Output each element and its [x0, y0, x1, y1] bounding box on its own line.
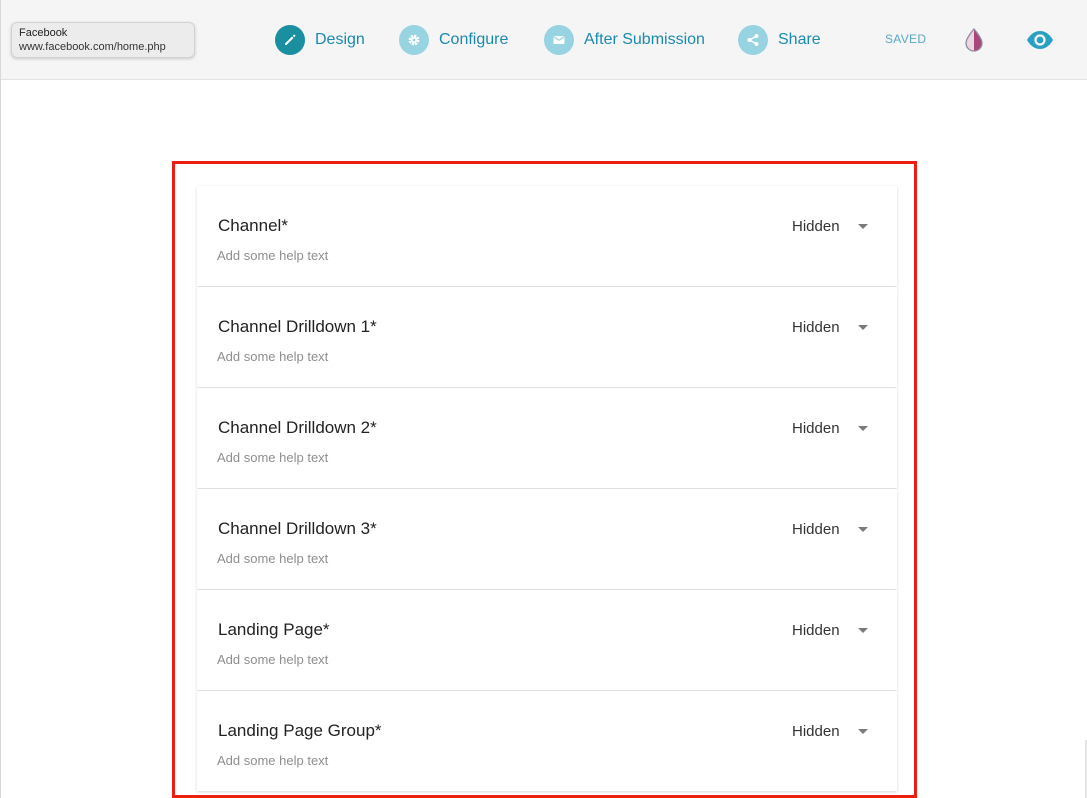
theme-drop-icon[interactable]: [962, 27, 986, 53]
highlight-box: [172, 161, 917, 798]
gear-icon: [399, 25, 429, 55]
pencil-icon: [275, 25, 305, 55]
tooltip-url: www.facebook.com/home.php: [19, 41, 166, 53]
nav-design-label: Design: [315, 31, 365, 48]
top-toolbar: Design Configure After Submission Share …: [1, 0, 1087, 80]
nav-configure[interactable]: Configure: [399, 24, 508, 56]
nav-share-label: Share: [778, 31, 821, 48]
nav-after-submission[interactable]: After Submission: [544, 24, 705, 56]
tooltip-title: Facebook: [19, 27, 68, 39]
nav-after-submission-label: After Submission: [584, 31, 705, 48]
saved-status: SAVED: [885, 32, 927, 46]
envelope-icon: [544, 25, 574, 55]
nav-configure-label: Configure: [439, 31, 509, 48]
nav-design[interactable]: Design: [275, 24, 365, 56]
share-icon: [738, 25, 768, 55]
nav-share[interactable]: Share: [738, 24, 821, 56]
app-window: Design Configure After Submission Share …: [0, 0, 1087, 798]
link-tooltip: Facebook www.facebook.com/home.php: [11, 22, 195, 58]
preview-eye-icon[interactable]: [1025, 26, 1055, 54]
